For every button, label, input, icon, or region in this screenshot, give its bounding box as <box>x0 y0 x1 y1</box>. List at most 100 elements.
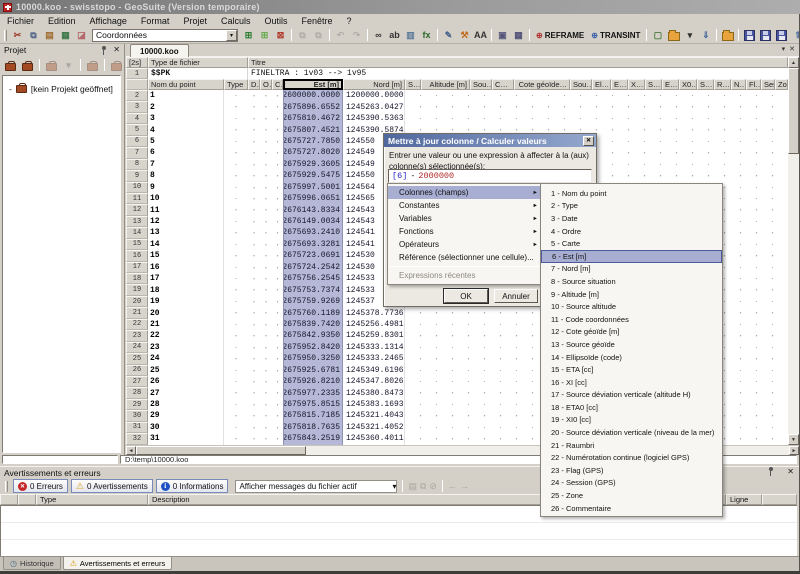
submenu-item-14[interactable]: 14 - Ellipsoïde (code) <box>541 351 722 364</box>
cell-nord[interactable]: 1245378.7736 <box>343 307 405 318</box>
row-number[interactable]: 21 <box>126 307 148 318</box>
cell-empty[interactable] <box>260 90 272 101</box>
copy-button[interactable]: ⧉ <box>26 28 41 42</box>
cell-est[interactable]: 2675842.9350 <box>283 330 343 341</box>
cell-empty[interactable] <box>272 387 283 398</box>
message-filter-select[interactable]: Afficher messages du fichier actif ▾ <box>235 480 397 493</box>
cell-point-name[interactable]: 7 <box>148 159 224 170</box>
cell-point-name[interactable]: 29 <box>148 410 224 421</box>
submenu-item-7[interactable]: 7 - Nord [m] <box>541 263 722 276</box>
cell-empty[interactable] <box>260 250 272 261</box>
row-number[interactable]: 22 <box>126 319 148 330</box>
submenu-item-20[interactable]: 20 - Source déviation verticale (niveau … <box>541 426 722 439</box>
reframe-button[interactable]: ⊕REFRAME <box>533 28 587 42</box>
submenu-item-13[interactable]: 13 - Source géoïde <box>541 338 722 351</box>
row-number[interactable]: 16 <box>126 250 148 261</box>
open-file-button[interactable] <box>666 28 681 42</box>
col-header-21[interactable]: R… <box>714 79 731 90</box>
cell-est[interactable]: 2675839.7420 <box>283 319 343 330</box>
cell-empty[interactable] <box>224 399 248 410</box>
cell-est[interactable]: 2675693.3281 <box>283 239 343 250</box>
cell-empty[interactable] <box>272 353 283 364</box>
cell-est[interactable]: 2675727.8020 <box>283 147 343 158</box>
cell-empty[interactable] <box>260 193 272 204</box>
cell-empty[interactable] <box>248 353 260 364</box>
cell-empty[interactable] <box>272 239 283 250</box>
cell-empty[interactable] <box>405 90 788 101</box>
msg-col-ligne[interactable]: Ligne <box>726 494 762 505</box>
cell-empty[interactable] <box>272 410 283 421</box>
cell-est[interactable]: 2675929.3605 <box>283 159 343 170</box>
row-number[interactable]: 1 <box>126 68 148 79</box>
cell-est[interactable]: 2675896.6552 <box>283 101 343 112</box>
cell-empty[interactable] <box>224 124 248 135</box>
col-header-7[interactable]: Nord [m] <box>343 79 405 90</box>
cell-empty[interactable] <box>260 159 272 170</box>
document-tab[interactable]: 10000.koo <box>130 44 189 57</box>
cell-point-name[interactable]: 16 <box>148 262 224 273</box>
submenu-item-24[interactable]: 24 - Session (GPS) <box>541 477 722 490</box>
cell-est[interactable]: 2675950.3250 <box>283 353 343 364</box>
new-project-button[interactable] <box>3 58 18 72</box>
cell-est[interactable]: 2675724.2542 <box>283 262 343 273</box>
row-number[interactable]: 6 <box>126 136 148 147</box>
cell-empty[interactable] <box>405 101 788 112</box>
cell-nord[interactable]: 1245380.8473 <box>343 387 405 398</box>
cell-point-name[interactable]: 23 <box>148 342 224 353</box>
cell-nord[interactable]: 1245383.1693 <box>343 399 405 410</box>
cell-empty[interactable] <box>248 273 260 284</box>
menu-item-fonctions[interactable]: Fonctions► <box>388 225 542 238</box>
transint-button[interactable]: ⊕TRANSINT <box>588 28 643 42</box>
cell-empty[interactable] <box>224 365 248 376</box>
cell-point-name[interactable]: 15 <box>148 250 224 261</box>
row-number[interactable]: 12 <box>126 204 148 215</box>
cell-empty[interactable] <box>224 284 248 295</box>
cell-empty[interactable] <box>272 204 283 215</box>
cell-empty[interactable] <box>272 216 283 227</box>
submenu-item-3[interactable]: 3 - Date <box>541 212 722 225</box>
tools-button[interactable]: ⚒ <box>457 28 472 42</box>
cell-empty[interactable] <box>260 101 272 112</box>
cell-empty[interactable] <box>248 159 260 170</box>
submenu-item-5[interactable]: 5 - Carte <box>541 237 722 250</box>
cell-empty[interactable] <box>260 433 272 444</box>
cell-empty[interactable] <box>260 284 272 295</box>
cell-nord[interactable]: 1245390.5363 <box>343 113 405 124</box>
cell-empty[interactable] <box>260 353 272 364</box>
row-number[interactable]: 27 <box>126 376 148 387</box>
file-title-cell[interactable]: FINELTRA : 1v03 --> 1v95 <box>248 68 788 79</box>
row-number[interactable]: 14 <box>126 227 148 238</box>
col-header-2[interactable]: Type <box>224 79 248 90</box>
cell-empty[interactable] <box>260 113 272 124</box>
cell-empty[interactable] <box>260 319 272 330</box>
cell-est[interactable]: 2675693.2410 <box>283 227 343 238</box>
pin-icon[interactable] <box>766 467 775 476</box>
row-number[interactable]: 30 <box>126 410 148 421</box>
cell-empty[interactable] <box>260 136 272 147</box>
delete-row-button[interactable]: ⊠ <box>273 28 288 42</box>
cell-empty[interactable] <box>224 342 248 353</box>
menu-item-r-f-rence-s-lectionner-une-cellule[interactable]: Référence (sélectionner une cellule)... <box>388 251 542 264</box>
cell-empty[interactable] <box>224 296 248 307</box>
dialog-close-icon[interactable]: ✕ <box>583 136 594 146</box>
cell-point-name[interactable]: 2 <box>148 101 224 112</box>
cell-point-name[interactable]: 5 <box>148 136 224 147</box>
cell-empty[interactable] <box>272 365 283 376</box>
cell-empty[interactable] <box>224 376 248 387</box>
cell-empty[interactable] <box>260 399 272 410</box>
cell-empty[interactable] <box>224 182 248 193</box>
row-number[interactable]: 5 <box>126 124 148 135</box>
row-number[interactable]: 15 <box>126 239 148 250</box>
cell-point-name[interactable]: 12 <box>148 216 224 227</box>
col-header-10[interactable]: Sou… <box>470 79 492 90</box>
cell-est[interactable]: 2676143.8334 <box>283 204 343 215</box>
cell-est[interactable]: 2675925.6781 <box>283 365 343 376</box>
cell-nord[interactable]: 1200000.0000 <box>343 90 405 101</box>
row-number[interactable]: 13 <box>126 216 148 227</box>
cell-empty[interactable] <box>224 262 248 273</box>
cell-empty[interactable] <box>260 239 272 250</box>
col-header-15[interactable]: E… <box>611 79 628 90</box>
cell-empty[interactable] <box>224 307 248 318</box>
cell-empty[interactable] <box>260 387 272 398</box>
cell-point-name[interactable]: 26 <box>148 376 224 387</box>
